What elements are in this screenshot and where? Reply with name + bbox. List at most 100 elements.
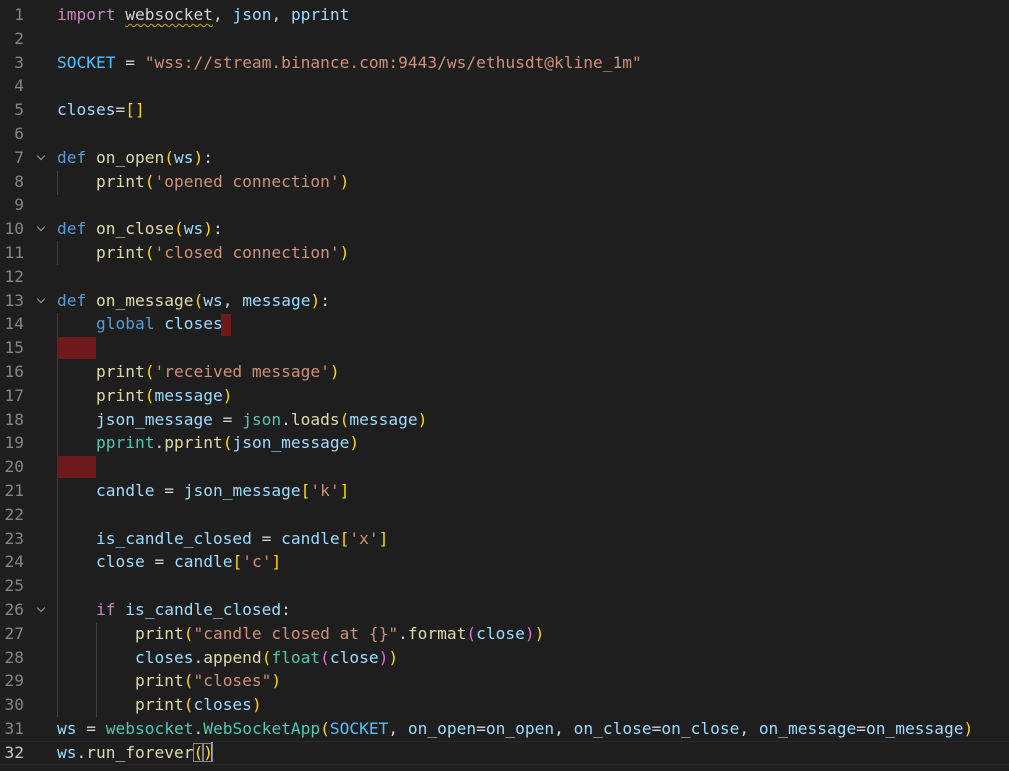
- code-token: on_message: [96, 290, 194, 310]
- line-number: 23: [4, 528, 25, 548]
- code-line[interactable]: 10 def on_close(ws):: [0, 217, 1009, 241]
- code-token: if: [95, 600, 116, 619]
- code-line[interactable]: 26 if is_candle_closed:: [0, 598, 1009, 622]
- code-token: json_message: [183, 481, 301, 500]
- code-line[interactable]: 23 is_candle_closed = candle['x']: [0, 527, 1009, 551]
- code-token: ): [349, 433, 360, 453]
- code-token: (: [144, 385, 155, 405]
- code-token: run_forever: [86, 742, 194, 762]
- code-token: ): [203, 219, 213, 239]
- code-token: candle: [281, 528, 340, 548]
- code-line[interactable]: 17 print(message): [0, 384, 1009, 408]
- code-token: 'c': [242, 552, 272, 572]
- code-token: (: [261, 647, 272, 667]
- code-line[interactable]: 22: [0, 503, 1009, 527]
- code-line[interactable]: 14 global closes: [0, 312, 1009, 336]
- code-line[interactable]: 6: [0, 122, 1009, 146]
- code-token: closes: [193, 695, 252, 715]
- code-text: closes.append(float(close)): [57, 646, 398, 670]
- code-line[interactable]: 16 print('received message'): [0, 360, 1009, 384]
- code-token: .: [154, 433, 165, 453]
- code-line[interactable]: 27 print("candle closed at {}".format(cl…: [0, 622, 1009, 646]
- line-number: 27: [4, 623, 25, 643]
- code-token: (: [320, 719, 330, 738]
- code-token: loads: [290, 409, 340, 429]
- code-line[interactable]: 24 close = candle['c']: [0, 550, 1009, 574]
- code-line[interactable]: 7 def on_open(ws):: [0, 146, 1009, 170]
- code-token: ws: [57, 719, 77, 738]
- code-line[interactable]: 30 print(closes): [0, 693, 1009, 717]
- code-line[interactable]: 2: [0, 27, 1009, 51]
- code-token: float: [271, 647, 321, 667]
- code-line[interactable]: 25: [0, 574, 1009, 598]
- code-line[interactable]: 1 import websocket, json, pprint: [0, 3, 1009, 27]
- code-token: json: [232, 5, 272, 24]
- line-number: 10: [4, 219, 25, 239]
- code-text: global closes: [57, 312, 223, 336]
- code-token: def: [57, 219, 87, 239]
- code-token: format: [407, 623, 467, 643]
- code-token: message: [349, 409, 418, 429]
- code-token: print: [95, 385, 145, 405]
- code-token: ): [524, 623, 535, 643]
- code-token: message: [154, 385, 223, 405]
- code-token: (: [144, 362, 155, 381]
- code-token: =: [76, 719, 106, 738]
- code-token: ): [388, 647, 399, 667]
- code-token: :: [320, 290, 330, 310]
- line-number: 17: [4, 385, 25, 405]
- code-token: ): [329, 362, 340, 381]
- code-text: ws = websocket.WebSocketApp(SOCKET, on_o…: [57, 717, 973, 741]
- code-line[interactable]: 3 SOCKET = "wss://stream.binance.com:9443…: [0, 51, 1009, 75]
- code-token: (: [320, 647, 330, 667]
- code-line[interactable]: 15: [0, 336, 1009, 360]
- line-number: 24: [4, 552, 25, 572]
- fold-chevron-icon[interactable]: [36, 598, 48, 622]
- code-token: on_message: [866, 719, 964, 738]
- code-token: ws: [203, 290, 223, 310]
- code-line[interactable]: 18 json_message = json.loads(message): [0, 408, 1009, 432]
- code-line[interactable]: 20: [0, 455, 1009, 479]
- code-line[interactable]: 19 pprint.pprint(json_message): [0, 431, 1009, 455]
- line-number: 29: [4, 671, 25, 691]
- code-line[interactable]: 32 ws.run_forever(): [0, 741, 1009, 765]
- code-text: print("closes"): [57, 669, 281, 693]
- code-token: .: [398, 623, 408, 643]
- code-line[interactable]: 29 print("closes"): [0, 669, 1009, 693]
- code-line[interactable]: 8 print('opened connection'): [0, 170, 1009, 194]
- code-line[interactable]: 21 candle = json_message['k']: [0, 479, 1009, 503]
- code-line[interactable]: 11 print('closed connection'): [0, 241, 1009, 265]
- code-line[interactable]: 28 closes.append(float(close)): [0, 646, 1009, 670]
- code-token: (: [183, 671, 194, 691]
- code-token: ]: [339, 481, 350, 500]
- line-number: 22: [4, 504, 25, 524]
- code-text: pprint.pprint(json_message): [57, 431, 359, 455]
- code-token: =: [115, 100, 126, 120]
- line-number: 6: [14, 124, 24, 143]
- code-line[interactable]: 4: [0, 74, 1009, 98]
- code-line[interactable]: 13 def on_message(ws, message):: [0, 289, 1009, 313]
- fold-chevron-icon[interactable]: [36, 146, 48, 170]
- code-text: import websocket, json, pprint: [57, 3, 349, 27]
- code-token: 'k': [310, 481, 340, 500]
- fold-chevron-icon[interactable]: [36, 217, 48, 241]
- code-editor[interactable]: 1 import websocket, json, pprint 2 3 SOCKET …: [0, 0, 1009, 771]
- code-line[interactable]: 5 closes=[]: [0, 98, 1009, 122]
- code-line[interactable]: 31 ws = websocket.WebSocketApp(SOCKET, on…: [0, 717, 1009, 741]
- code-token: (: [193, 742, 204, 762]
- code-token: WebSocketApp: [203, 719, 321, 738]
- line-number: 4: [14, 76, 24, 96]
- code-token: [: [300, 481, 311, 500]
- code-token: =: [251, 528, 282, 548]
- code-line[interactable]: 9: [0, 193, 1009, 217]
- code-token: print: [134, 695, 184, 715]
- code-line[interactable]: 12: [0, 265, 1009, 289]
- line-number: 21: [4, 481, 25, 500]
- fold-chevron-icon[interactable]: [36, 289, 48, 313]
- code-text: is_candle_closed = candle['x']: [57, 527, 388, 551]
